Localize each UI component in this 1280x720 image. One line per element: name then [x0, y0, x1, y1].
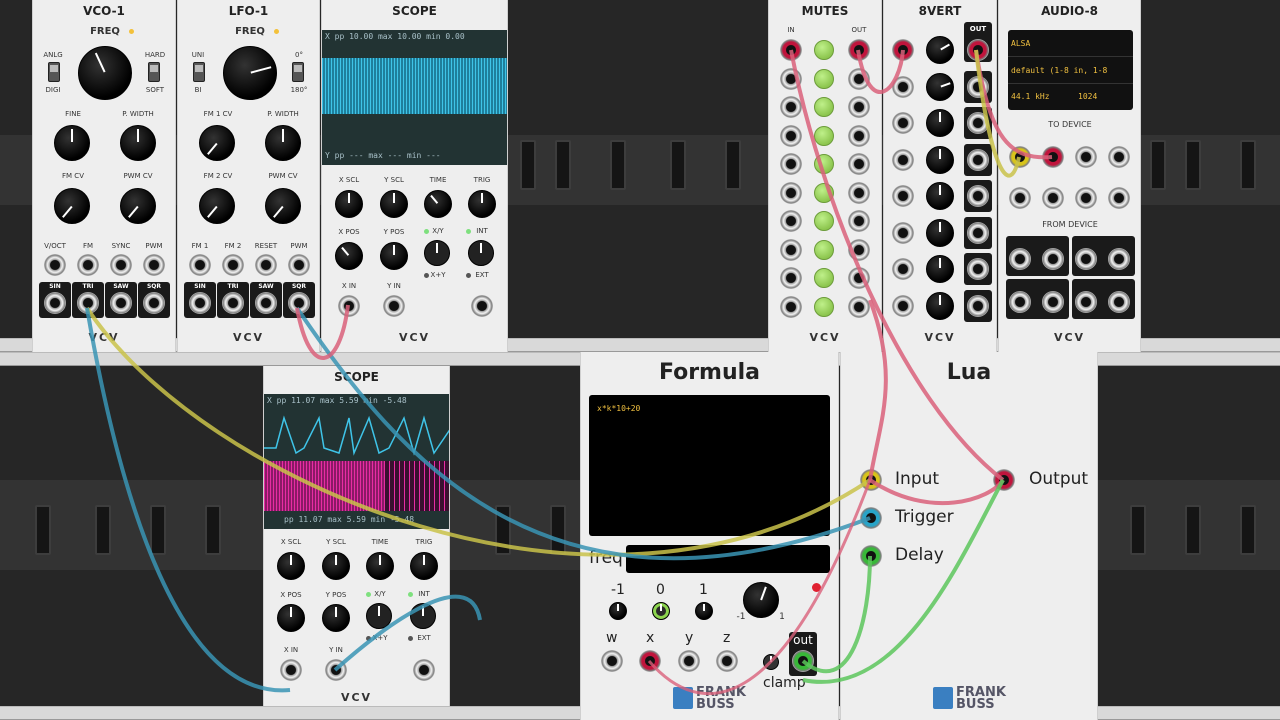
cable-pink[interactable]	[295, 304, 350, 360]
cable-pink[interactable]	[974, 49, 1053, 160]
cable-green[interactable]	[801, 555, 872, 674]
cable-pink[interactable]	[868, 299, 888, 481]
cable-pink[interactable]	[868, 478, 1005, 505]
cables	[85, 49, 1053, 696]
cable-blue[interactable]	[85, 307, 291, 693]
cable-green[interactable]	[802, 479, 1005, 684]
cable-pink[interactable]	[856, 49, 905, 94]
cable-yellow[interactable]	[85, 306, 872, 557]
cable-yellow[interactable]	[974, 49, 1021, 178]
rack: VCO-1 FREQ ANLG DIGI HARD SOFT FINE P. W…	[0, 0, 1280, 720]
cable-pink[interactable]	[789, 49, 1005, 482]
cable-blue[interactable]	[295, 306, 871, 561]
cable-blue[interactable]	[333, 594, 482, 672]
cable-pink[interactable]	[647, 479, 872, 696]
